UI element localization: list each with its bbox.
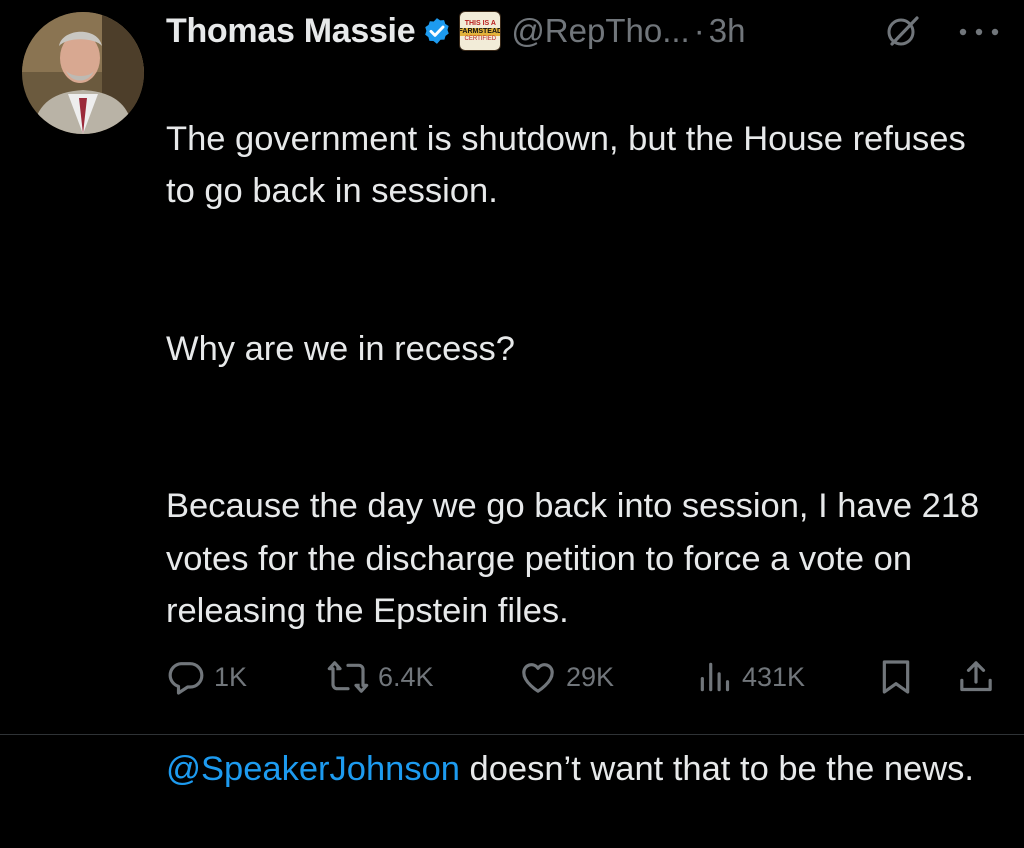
reply-button[interactable]: 1K — [166, 652, 247, 702]
avatar-photo — [22, 12, 144, 134]
tweet-paragraph-4-text: doesn’t want that to be the news. — [459, 749, 974, 788]
affiliation-line-3: CERTIFIED — [464, 35, 497, 42]
author-handle[interactable]: @RepTho... — [511, 12, 689, 50]
repost-icon — [327, 661, 369, 693]
bookmark-button[interactable] — [876, 652, 916, 702]
more-icon[interactable] — [955, 20, 1003, 44]
tweet-header: Thomas Massie THIS IS A FARMSTEAD CERTIF… — [166, 8, 1004, 54]
tweet-paragraph-1: The government is shutdown, but the Hous… — [166, 119, 966, 211]
action-bar: 1K 6.4K 29K 431K — [166, 652, 1006, 702]
bookmark-icon — [882, 660, 910, 694]
tweet[interactable]: Thomas Massie THIS IS A FARMSTEAD CERTIF… — [0, 0, 1024, 788]
avatar[interactable] — [22, 12, 144, 134]
reply-count: 1K — [214, 661, 248, 692]
views-icon — [700, 662, 730, 692]
affiliation-badge[interactable]: THIS IS A FARMSTEAD CERTIFIED — [459, 11, 502, 51]
grok-icon[interactable] — [886, 14, 920, 48]
heart-icon — [522, 663, 554, 693]
like-count: 29K — [566, 661, 615, 692]
share-button[interactable] — [956, 652, 996, 702]
reply-icon — [168, 662, 204, 695]
views-count: 431K — [742, 661, 806, 692]
post-time[interactable]: 3h — [709, 12, 746, 50]
tweet-text: The government is shutdown, but the Hous… — [166, 60, 996, 848]
tweet-paragraph-4: @SpeakerJohnson doesn’t want that to be … — [166, 743, 996, 796]
like-button[interactable]: 29K — [518, 652, 614, 702]
affiliation-line-2: FARMSTEAD — [460, 27, 501, 36]
repost-count: 6.4K — [378, 661, 434, 692]
tweet-paragraph-2: Why are we in recess? — [166, 329, 515, 368]
divider — [0, 734, 1024, 735]
tweet-paragraph-3: Because the day we go back into session,… — [166, 487, 980, 630]
mention-link[interactable]: @SpeakerJohnson — [166, 750, 460, 788]
views-button[interactable]: 431K — [696, 652, 805, 702]
share-icon — [960, 661, 992, 692]
verified-badge-icon[interactable] — [421, 15, 453, 47]
author-name[interactable]: Thomas Massie — [166, 12, 416, 51]
affiliation-line-1: THIS IS A — [464, 19, 496, 27]
header-separator: · — [693, 12, 705, 49]
repost-button[interactable]: 6.4K — [326, 652, 434, 702]
